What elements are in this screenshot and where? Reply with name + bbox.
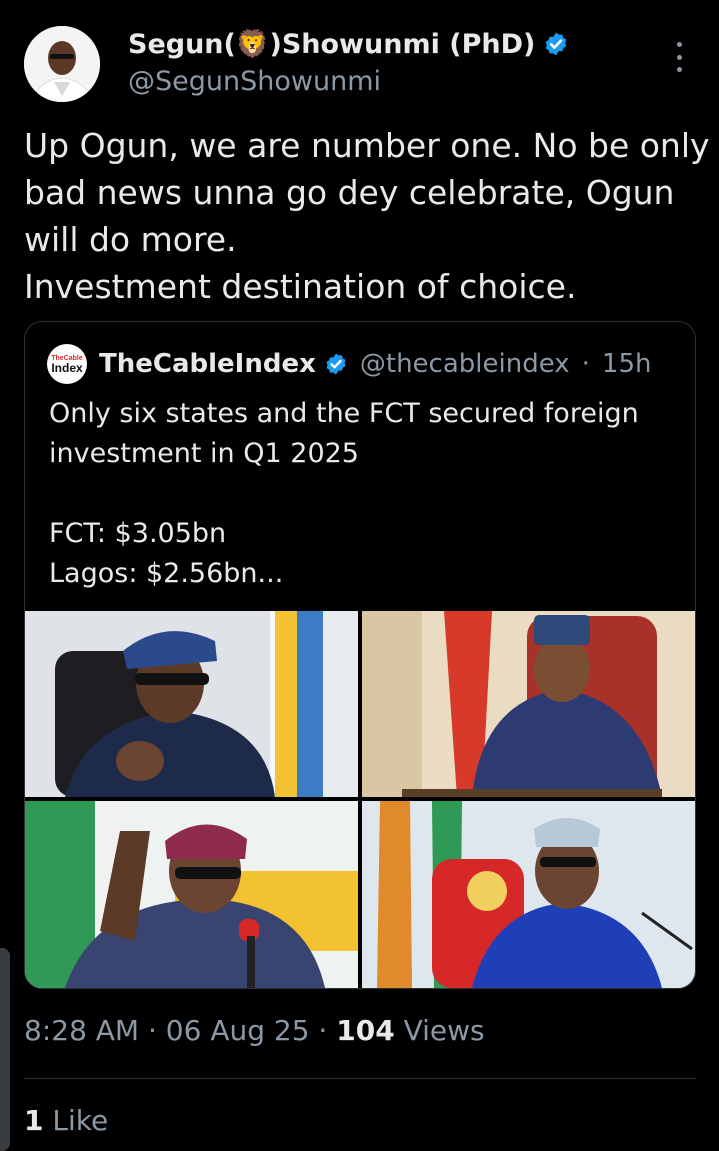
verified-badge-icon xyxy=(543,31,569,57)
quoted-verified-badge-icon xyxy=(324,352,348,376)
tweet-time: 8:28 AM xyxy=(24,1014,140,1047)
quoted-line: investment in Q1 2025 xyxy=(49,438,359,469)
tweet-date: 06 Aug 25 xyxy=(165,1014,310,1047)
tweet-line: Investment destination of choice. xyxy=(24,267,577,306)
quoted-line: Lagos: $2.56bn... xyxy=(49,558,284,589)
author-name-row[interactable]: Segun(🦁)Showunmi (PhD) xyxy=(128,28,569,60)
tweet-detail-page: Segun(🦁)Showunmi (PhD) @SegunShowunmi Up… xyxy=(0,0,719,1151)
media-photo-4[interactable] xyxy=(362,801,695,988)
author-handle[interactable]: @SegunShowunmi xyxy=(128,66,381,97)
likes-count: 1 xyxy=(24,1104,44,1137)
author-display-name[interactable]: Segun(🦁)Showunmi (PhD) xyxy=(128,28,535,60)
divider xyxy=(24,1078,696,1079)
views-label: Views xyxy=(394,1014,485,1047)
quoted-author-handle[interactable]: @thecableindex xyxy=(360,349,570,379)
quoted-line: FCT: $3.05bn xyxy=(49,518,227,549)
lion-emoji-icon: 🦁 xyxy=(235,29,270,60)
dot-separator: · xyxy=(581,349,590,379)
more-options-icon[interactable] xyxy=(667,42,691,72)
quoted-line: Only six states and the FCT secured fore… xyxy=(49,398,639,429)
quoted-timestamp[interactable]: 15h xyxy=(602,349,652,379)
quoted-author-avatar[interactable]: TheCable Index xyxy=(47,344,87,384)
quoted-tweet-header: TheCable Index TheCableIndex @thecablein… xyxy=(47,344,651,384)
likes-stat[interactable]: 1 Like xyxy=(24,1104,108,1137)
tweet-metadata: 8:28 AM · 06 Aug 25 · 104 Views xyxy=(24,1014,485,1047)
media-grid xyxy=(25,611,695,988)
media-photo-3[interactable] xyxy=(25,801,358,988)
media-photo-1[interactable] xyxy=(25,611,358,797)
quoted-line xyxy=(49,474,679,514)
tweet-line: Up Ogun, we are number one. No be only xyxy=(24,126,710,165)
tweet-line: bad news unna go dey celebrate, Ogun xyxy=(24,173,675,212)
quoted-author-name[interactable]: TheCableIndex xyxy=(99,349,316,379)
quoted-tweet-text: Only six states and the FCT secured fore… xyxy=(49,394,679,594)
author-avatar[interactable] xyxy=(24,26,100,102)
tweet-line: will do more. xyxy=(24,220,237,259)
views-count: 104 xyxy=(336,1014,395,1047)
quoted-tweet-card[interactable]: TheCable Index TheCableIndex @thecablein… xyxy=(24,321,696,989)
media-photo-2[interactable] xyxy=(362,611,695,797)
likes-label: Like xyxy=(43,1104,109,1137)
tweet-text: Up Ogun, we are number one. No be only b… xyxy=(24,122,710,310)
edge-panel-handle[interactable] xyxy=(0,948,10,1151)
